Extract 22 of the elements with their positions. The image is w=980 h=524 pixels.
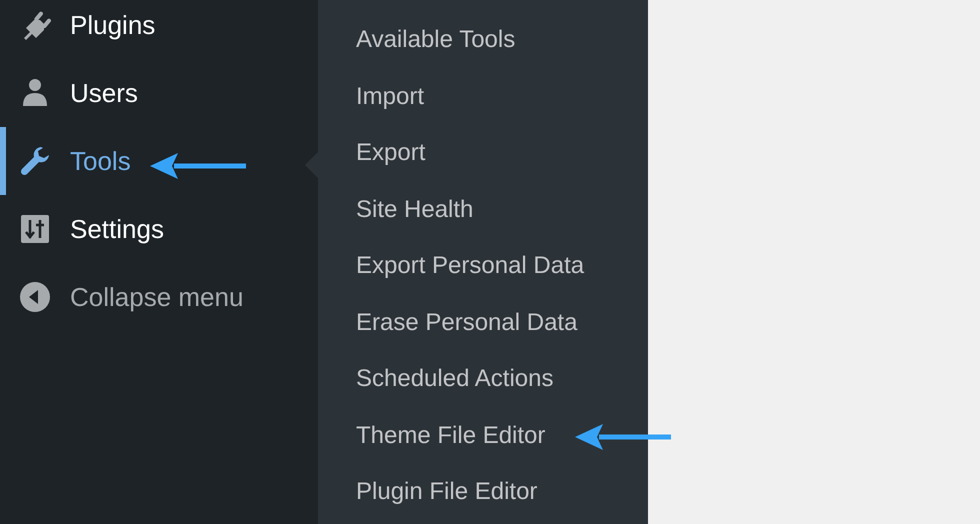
submenu-item[interactable]: Site Health xyxy=(356,196,474,224)
menu-label: Settings xyxy=(70,214,164,244)
submenu-item[interactable]: Available Tools xyxy=(356,26,516,54)
submenu-item[interactable]: Scheduled Actions xyxy=(356,365,554,394)
submenu-item[interactable]: Export xyxy=(356,139,426,168)
menu-item[interactable]: Settings xyxy=(0,195,318,263)
collapse-menu-button[interactable]: Collapse menu xyxy=(0,263,318,331)
menu-label: Users xyxy=(70,78,138,108)
collapse-icon xyxy=(18,280,52,314)
menu-item[interactable]: Tools xyxy=(0,127,318,195)
submenu-item[interactable]: Plugin File Editor xyxy=(356,478,538,506)
submenu-item[interactable]: Erase Personal Data xyxy=(356,308,578,337)
menu-item[interactable]: Plugins xyxy=(0,0,318,59)
submenu-item[interactable]: Export Personal Data xyxy=(356,252,584,280)
wrench-icon xyxy=(18,144,52,178)
sliders-icon xyxy=(18,212,52,246)
menu-label: Plugins xyxy=(70,10,156,40)
submenu-item[interactable]: Theme File Editor xyxy=(356,422,546,450)
menu-item[interactable]: Users xyxy=(0,59,318,127)
menu-label: Tools xyxy=(70,146,131,176)
menu-label: Collapse menu xyxy=(70,282,244,312)
submenu-item[interactable]: Import xyxy=(356,82,424,111)
